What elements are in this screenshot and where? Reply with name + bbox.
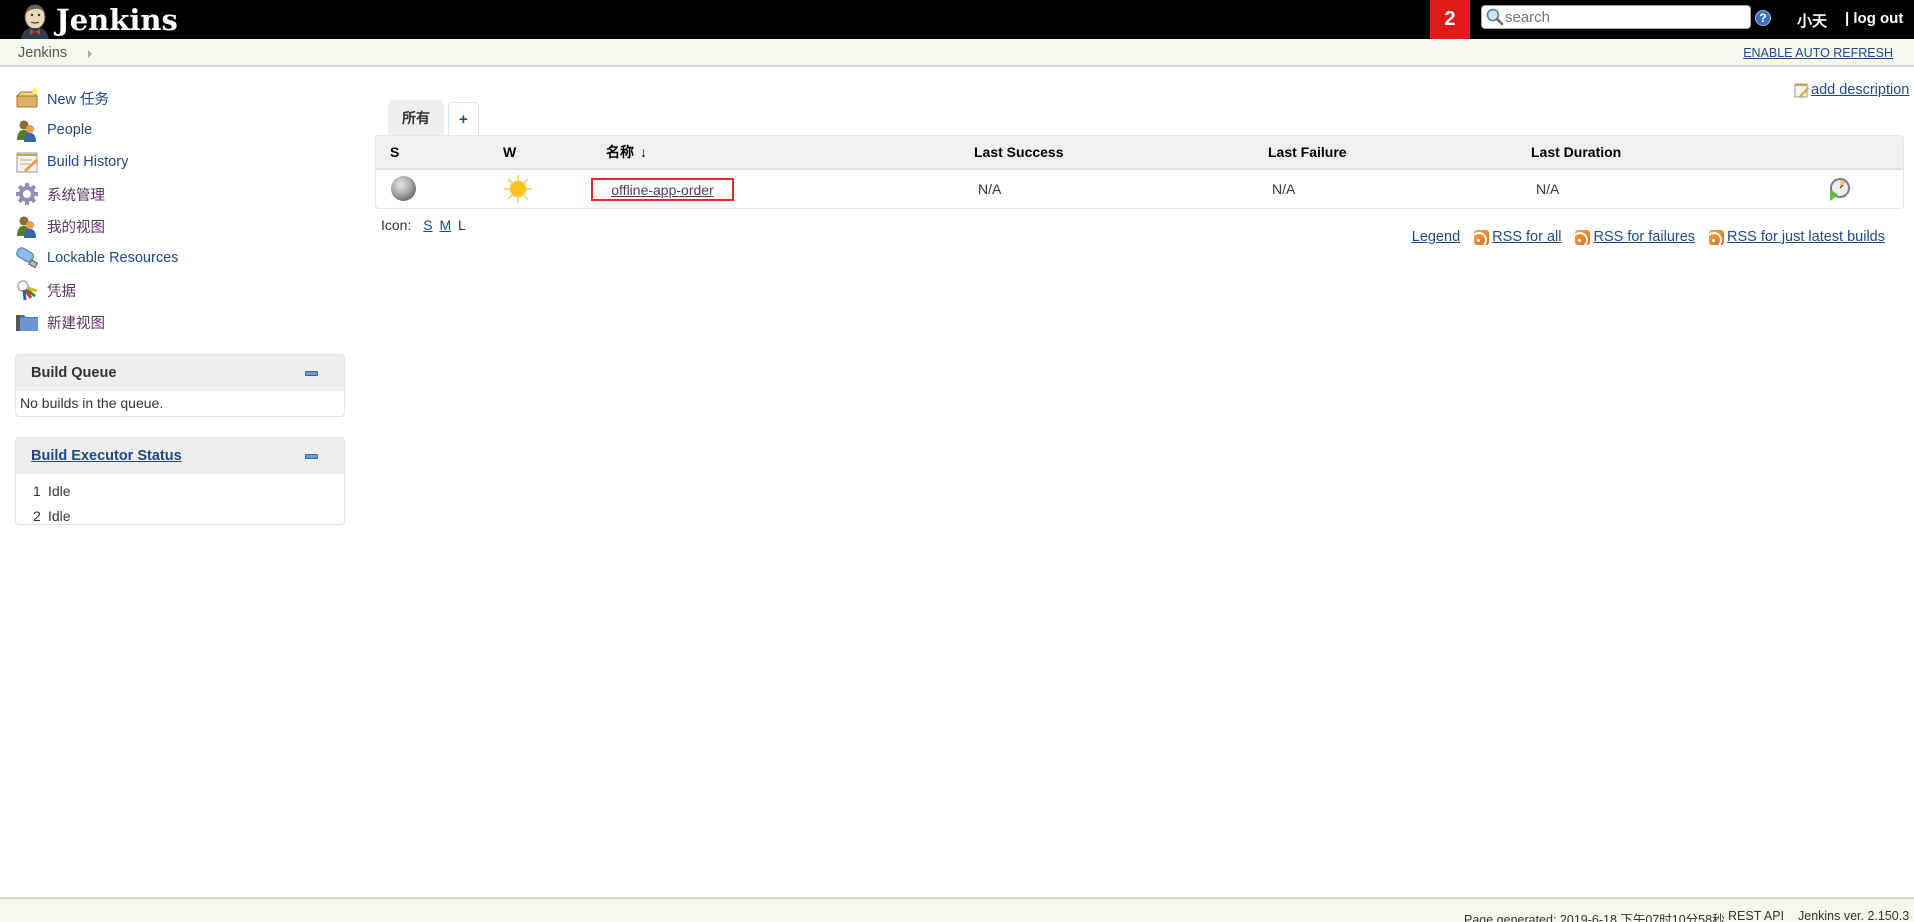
build-executor-header: Build Executor Status: [16, 438, 344, 474]
table-row: offline-app-order N/A N/A N/A: [376, 170, 1903, 208]
sidebar-item-my-views[interactable]: 我的视图: [15, 210, 345, 242]
build-executor-title-link[interactable]: Build Executor Status: [31, 448, 182, 464]
breadcrumb-menu-arrow-icon[interactable]: [88, 50, 92, 58]
icon-size-label: Icon:: [381, 217, 412, 233]
column-header-last-success[interactable]: Last Success: [974, 144, 1064, 160]
build-queue-header: Build Queue: [16, 355, 344, 391]
add-description-link[interactable]: add description: [1811, 82, 1909, 98]
new-item-icon: [15, 86, 39, 110]
column-header-status[interactable]: S: [390, 144, 399, 160]
job-name-cell: offline-app-order: [376, 170, 776, 208]
legend-link[interactable]: Legend: [1412, 229, 1460, 245]
executor-status: Idle: [48, 507, 71, 524]
last-success-value: N/A: [978, 181, 1002, 197]
column-header-last-failure[interactable]: Last Failure: [1268, 144, 1347, 160]
jenkins-version-link[interactable]: Jenkins ver. 2.150.3: [1798, 909, 1909, 922]
folder-icon: [15, 310, 39, 334]
sidebar-item-label[interactable]: 凭据: [47, 280, 76, 301]
top-header: Jenkins 2 ? 小天 | log out: [0, 0, 1914, 39]
notepad-edit-icon: [1794, 82, 1810, 98]
sidebar-item-credentials[interactable]: 凭据: [15, 274, 345, 306]
sidebar-item-people[interactable]: People: [15, 114, 345, 146]
sidebar-item-manage-jenkins[interactable]: 系统管理: [15, 178, 345, 210]
last-duration-value: N/A: [1536, 181, 1560, 197]
rss-latest-link[interactable]: RSS for just latest builds: [1727, 229, 1885, 245]
help-icon[interactable]: ?: [1755, 10, 1771, 26]
icon-size-selector: Icon: S M L: [381, 217, 466, 233]
logo-text: Jenkins: [56, 3, 178, 37]
rss-bar: Legend RSS for all RSS for failures RSS …: [1412, 229, 1885, 245]
executor-row: 2 Idle: [16, 503, 344, 528]
build-queue-panel: Build Queue No builds in the queue.: [15, 354, 345, 417]
column-header-last-duration[interactable]: Last Duration: [1531, 144, 1621, 160]
page-generated-text: Page generated: 2019-6-18 下午07时10分58秒: [1464, 913, 1725, 922]
gear-icon: [15, 182, 39, 206]
build-queue-empty-message: No builds in the queue.: [20, 395, 164, 411]
sidebar-item-new-item[interactable]: New 任务: [15, 82, 345, 114]
build-executor-panel: Build Executor Status 1 Idle 2 Idle: [15, 437, 345, 525]
tab-add-view[interactable]: +: [448, 102, 479, 135]
rss-feed-icon: [1575, 229, 1591, 245]
projects-table: S W 名称 ↓ Last Success Last Failure Last D…: [375, 135, 1904, 209]
sidebar-item-label[interactable]: People: [47, 122, 92, 138]
search-input[interactable]: [1505, 8, 1745, 26]
tab-all[interactable]: 所有: [388, 100, 444, 135]
sidebar-item-label[interactable]: 新建视图: [47, 312, 105, 333]
footer: Page generated: 2019-6-18 下午07时10分58秒 RE…: [0, 897, 1914, 922]
executor-number: 2: [33, 507, 41, 524]
jenkins-home-link[interactable]: Jenkins: [18, 1, 178, 39]
column-header-name[interactable]: 名称 ↓: [606, 142, 647, 162]
table-header-row: S W 名称 ↓ Last Success Last Failure Last D…: [376, 136, 1903, 170]
sidebar-item-label[interactable]: Lockable Resources: [47, 250, 178, 266]
rss-feed-icon: [1709, 229, 1725, 245]
executor-status: Idle: [48, 482, 71, 499]
people-icon: [15, 118, 39, 142]
logout-link[interactable]: | log out: [1845, 10, 1903, 27]
sidebar-tasks: New 任务 People Build History 系统管理 我的视图 Lo…: [15, 82, 345, 338]
add-description: add description: [1794, 82, 1909, 98]
search-box: [1481, 5, 1751, 29]
schedule-build-icon[interactable]: [1827, 177, 1851, 204]
user-link[interactable]: 小天: [1797, 10, 1827, 31]
sidebar-item-label[interactable]: New 任务: [47, 88, 109, 109]
collapse-icon[interactable]: [305, 454, 318, 459]
job-highlight-box: offline-app-order: [591, 178, 734, 201]
breadcrumb: Jenkins ENABLE AUTO REFRESH: [0, 39, 1914, 67]
icon-size-l-current: L: [458, 217, 466, 233]
search-icon: [1485, 7, 1505, 27]
notification-badge[interactable]: 2: [1430, 0, 1470, 39]
sidebar-item-label[interactable]: 我的视图: [47, 216, 105, 237]
credentials-key-icon: [15, 278, 39, 302]
icon-size-s[interactable]: S: [423, 217, 432, 233]
view-tabs: 所有 +: [388, 100, 479, 135]
rss-latest-item: RSS for just latest builds: [1709, 229, 1885, 245]
sidebar-item-label[interactable]: Build History: [47, 154, 128, 170]
sidebar-item-lockable-resources[interactable]: Lockable Resources: [15, 242, 345, 274]
rss-failures-item: RSS for failures: [1575, 229, 1695, 245]
sort-arrow-icon: ↓: [640, 144, 647, 160]
rss-all-item: RSS for all: [1474, 229, 1561, 245]
job-link-offline-app-order[interactable]: offline-app-order: [611, 182, 713, 198]
jenkins-butler-icon: [18, 1, 52, 39]
usb-drive-icon: [15, 246, 39, 270]
column-header-name-label: 名称: [606, 144, 634, 160]
executor-row: 1 Idle: [16, 478, 344, 503]
build-queue-title: Build Queue: [31, 365, 117, 381]
icon-size-m[interactable]: M: [439, 217, 451, 233]
column-header-weather[interactable]: W: [503, 144, 516, 160]
enable-auto-refresh-link[interactable]: ENABLE AUTO REFRESH: [1743, 46, 1893, 60]
rss-all-link[interactable]: RSS for all: [1492, 229, 1561, 245]
build-history-icon: [15, 150, 39, 174]
rss-failures-link[interactable]: RSS for failures: [1593, 229, 1695, 245]
last-failure-value: N/A: [1272, 181, 1296, 197]
sidebar-item-build-history[interactable]: Build History: [15, 146, 345, 178]
collapse-icon[interactable]: [305, 371, 318, 376]
sidebar-item-new-view[interactable]: 新建视图: [15, 306, 345, 338]
executor-number: 1: [33, 482, 41, 499]
user-icon: [15, 214, 39, 238]
sidebar-item-label[interactable]: 系统管理: [47, 184, 105, 205]
rest-api-link[interactable]: REST API: [1728, 909, 1784, 922]
rss-feed-icon: [1474, 229, 1490, 245]
breadcrumb-jenkins[interactable]: Jenkins: [18, 45, 67, 61]
